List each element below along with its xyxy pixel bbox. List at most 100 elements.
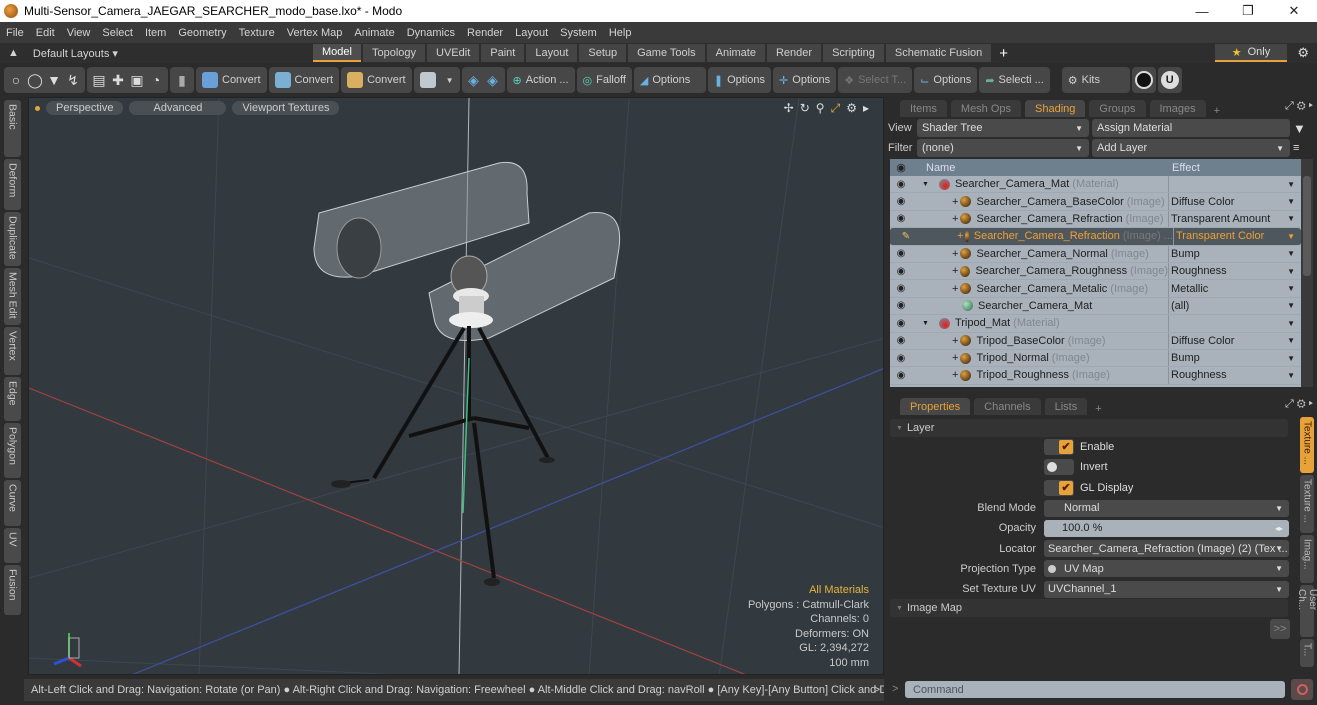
falloff-button[interactable]: ◎ Falloff <box>576 67 632 93</box>
tab-deform[interactable]: Deform <box>4 159 21 210</box>
layout-pin-icon[interactable]: ▲ <box>8 47 19 60</box>
options-button-1[interactable]: ◢ Options <box>633 67 706 93</box>
menu-layout[interactable]: Layout <box>509 27 554 39</box>
record-button[interactable] <box>1291 679 1313 700</box>
shader-tree-row[interactable]: ◉ + Tripod_BaseColor (Image) Diffuse Color ▼ <box>890 332 1301 350</box>
advanced-button[interactable]: Advanced <box>129 101 227 115</box>
close-button[interactable]: ✕ <box>1271 0 1317 22</box>
zoom-icon[interactable]: ⚲ <box>816 101 825 116</box>
menu-texture[interactable]: Texture <box>233 27 281 39</box>
action-center-button[interactable]: ⊕ Action ... <box>506 67 575 93</box>
chevron-down-icon[interactable]: ▼ <box>1287 214 1295 223</box>
add-tab-icon[interactable]: + <box>1214 105 1220 117</box>
row-effect[interactable]: Bump <box>1168 349 1301 367</box>
chevron-down-icon[interactable]: ▼ <box>1287 301 1295 310</box>
menu-system[interactable]: System <box>554 27 603 39</box>
layout-tab-scripting[interactable]: Scripting <box>823 44 884 62</box>
kits-button[interactable]: ⚙ Kits <box>1061 67 1130 93</box>
polygons-mode-icon[interactable]: ✚ <box>109 71 127 89</box>
layout-tab-animate[interactable]: Animate <box>706 44 765 62</box>
perspective-button[interactable]: Perspective <box>46 101 124 115</box>
expand-plus-icon[interactable]: + <box>952 283 958 295</box>
tab-edge[interactable]: Edge <box>4 377 21 421</box>
eye-icon[interactable]: ◉ <box>890 353 912 364</box>
shader-tree-row[interactable]: ◉ + Searcher_Camera_Refraction (Image) Trans… <box>890 210 1301 229</box>
maximize-icon[interactable]: ⤢ <box>831 101 841 116</box>
row-effect[interactable]: Metallic <box>1168 280 1301 297</box>
expand-plus-icon[interactable]: + <box>952 265 958 277</box>
pivot-mode-icon[interactable]: ◔ <box>147 71 165 89</box>
convert-button-3[interactable]: Convert <box>341 67 412 93</box>
tab-curve[interactable]: Curve <box>4 480 21 526</box>
chevron-down-icon[interactable]: ▼ <box>1287 232 1295 241</box>
layout-tab-schematic-fusion[interactable]: Schematic Fusion <box>885 44 992 62</box>
scrollbar-thumb[interactable] <box>1303 176 1311 276</box>
menu-geometry[interactable]: Geometry <box>172 27 232 39</box>
menu-file[interactable]: File <box>0 27 30 39</box>
status-more-icon[interactable]: > <box>874 684 880 696</box>
row-effect[interactable]: Roughness <box>1168 367 1301 384</box>
expand-plus-icon[interactable]: + <box>952 352 958 364</box>
tab-mesh-ops[interactable]: Mesh Ops <box>950 100 1022 117</box>
effect-column-header[interactable]: Effect <box>1168 162 1200 174</box>
tab-mesh-edit[interactable]: Mesh Edit <box>4 268 21 325</box>
tab-items[interactable]: Items <box>900 100 947 117</box>
list-options-icon[interactable]: ≡ <box>1293 142 1299 154</box>
eye-icon[interactable]: ◉ <box>890 318 912 329</box>
eye-icon[interactable]: ◉ <box>890 213 912 224</box>
shader-tree-row[interactable]: ◉ + Searcher_Camera_BaseColor (Image) Diffus… <box>890 193 1301 211</box>
unity-button[interactable] <box>1131 67 1156 93</box>
row-effect[interactable] <box>1168 315 1301 332</box>
pan-icon[interactable]: ✢ <box>784 101 794 116</box>
eye-icon[interactable]: ◉ <box>890 196 912 207</box>
menu-edit[interactable]: Edit <box>30 27 61 39</box>
shader-tree-row[interactable]: ◉ + Searcher_Camera_Normal (Image) Bump ▼ <box>890 245 1301 263</box>
command-input[interactable]: Command <box>905 681 1285 698</box>
eye-icon[interactable]: ◉ <box>890 370 912 381</box>
layout-tab-render[interactable]: Render <box>766 44 822 62</box>
side-tab-texture-1[interactable]: Texture ... <box>1300 417 1314 473</box>
panel-options-icon[interactable]: ⤢ ⚙ ▸ <box>1285 100 1313 113</box>
row-effect[interactable]: Transparent Amount <box>1168 210 1301 228</box>
expand-plus-icon[interactable]: + <box>957 230 963 242</box>
side-tab-texture-2[interactable]: Texture ... <box>1300 475 1314 533</box>
cube-dropdown-button[interactable]: ▼ <box>413 67 460 93</box>
layout-tab-game-tools[interactable]: Game Tools <box>628 44 705 62</box>
name-column-header[interactable]: Name <box>912 162 1168 174</box>
row-effect[interactable]: Bump <box>1168 245 1301 262</box>
menu-select[interactable]: Select <box>96 27 139 39</box>
shader-tree-row[interactable]: ✎ + Searcher_Camera_Refraction (Image) ... T… <box>890 228 1301 246</box>
restore-button[interactable]: ❐ <box>1225 0 1271 22</box>
view-select[interactable]: Shader Tree ▼ <box>917 119 1089 137</box>
chevron-down-icon[interactable]: ▼ <box>1287 336 1295 345</box>
globe-mode-icon[interactable]: ◯ <box>26 71 44 89</box>
row-effect[interactable]: Diffuse Color <box>1168 193 1301 210</box>
enable-checkbox[interactable]: ✔ <box>1044 439 1074 456</box>
shader-tree-row[interactable]: ◉ + Searcher_Camera_Roughness (Image) Roughn… <box>890 262 1301 281</box>
layout-tab-model[interactable]: Model <box>313 44 361 62</box>
blend-mode-select[interactable]: Normal ▼ <box>1044 499 1289 517</box>
tab-groups[interactable]: Groups <box>1089 100 1146 117</box>
shield-icon[interactable]: ▮ <box>173 71 191 89</box>
row-effect[interactable]: Roughness <box>1168 262 1301 280</box>
tab-channels[interactable]: Channels <box>974 398 1041 415</box>
tab-vertex[interactable]: Vertex <box>4 327 21 375</box>
locator-select[interactable]: Searcher_Camera_Refraction (Image) (2) (… <box>1044 540 1289 558</box>
add-layer-dropdown[interactable]: Add Layer ▼ <box>1092 139 1290 157</box>
set-texture-uv-select[interactable]: UVChannel_1 ▼ <box>1044 580 1289 598</box>
shader-tree-row[interactable]: ◉ ▼ Tripod_Mat (Material) ▼ <box>890 315 1301 333</box>
side-tab-t[interactable]: T... <box>1300 639 1314 667</box>
tab-basic[interactable]: Basic <box>4 100 21 157</box>
options-button-2[interactable]: ❚ Options <box>707 67 772 93</box>
rotate-icon[interactable]: ↻ <box>800 101 810 116</box>
eye-icon[interactable]: ◉ <box>890 179 912 190</box>
shader-tree-row[interactable]: ◉ + Tripod_Roughness (Image) Roughness ▼ <box>890 367 1301 385</box>
layout-tab-uvedit[interactable]: UVEdit <box>427 44 480 62</box>
filter-select[interactable]: (none) ▼ <box>917 139 1089 157</box>
row-effect[interactable]: Transparent Color <box>1173 228 1301 245</box>
selection-button[interactable]: ➦ Selecti ... <box>979 67 1050 93</box>
viewport-menu-dot[interactable] <box>35 105 40 111</box>
lasso-icon[interactable]: ↯ <box>64 71 82 89</box>
tab-uv[interactable]: UV <box>4 528 21 563</box>
select-t-button[interactable]: ❖ Select T... <box>838 67 913 93</box>
